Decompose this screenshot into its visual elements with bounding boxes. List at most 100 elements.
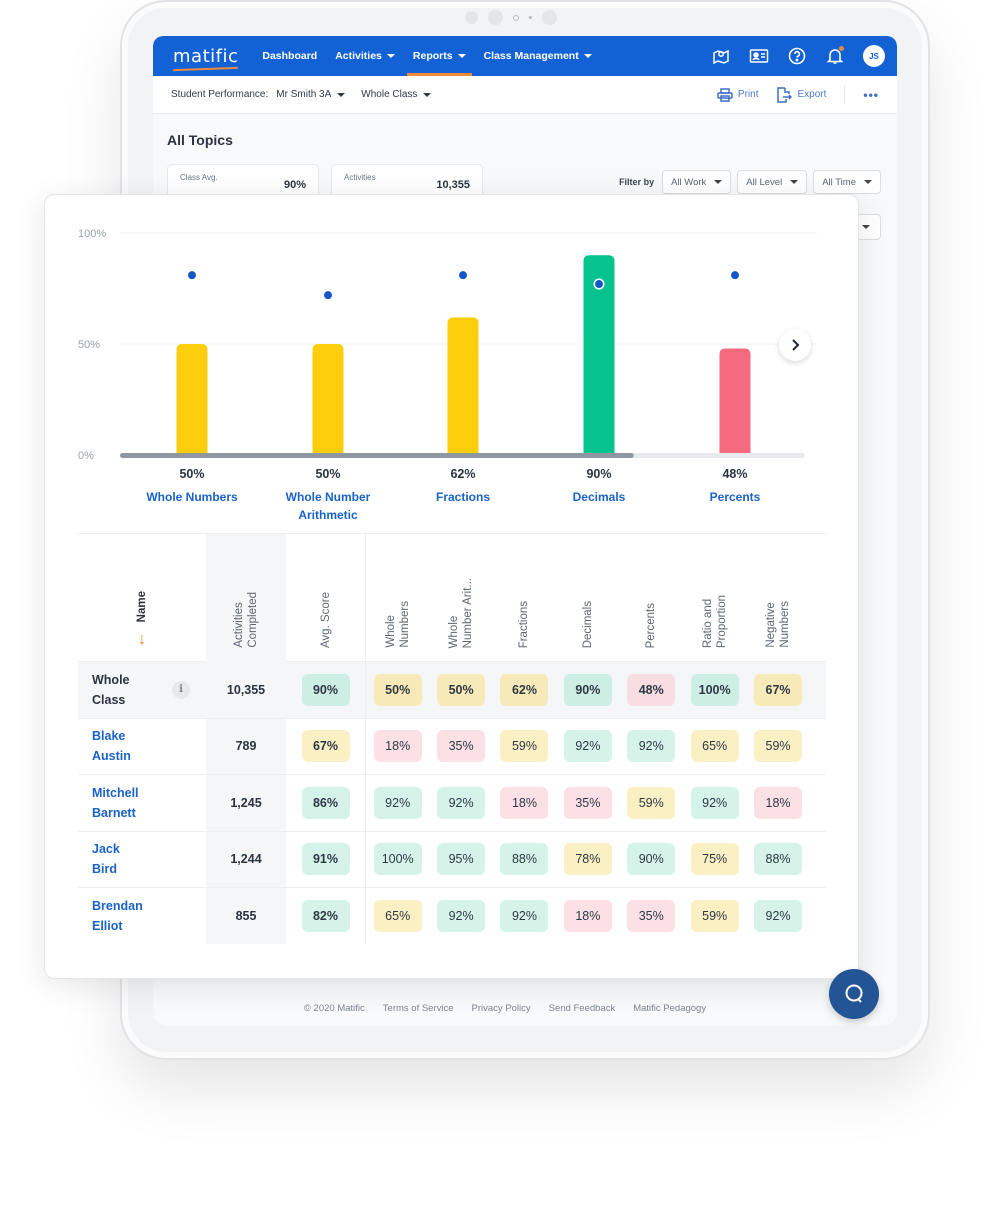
score-pill: 92% [500,899,549,932]
header-label: Fractions [518,600,531,648]
activities-cell: 855 [206,888,286,944]
topic-score-cell: 18% [556,888,619,944]
header-topic[interactable]: Ratio and Proportion [683,534,746,662]
avg-score-cell: 90% [286,662,366,718]
nav-class-management[interactable]: Class Management [484,36,592,76]
table-row: Blake Austin 789 67% 18% 35% 59% 92% 92% 65% 59% [78,717,826,775]
filter-value: All Work [671,176,707,188]
topic-score-cell: 100% [683,662,746,718]
footer-link-privacy[interactable]: Privacy Policy [472,1003,531,1014]
export-label: Export [797,89,827,100]
benchmark-point [459,271,467,280]
topic-score-cell: 90% [556,662,619,718]
filter-time-select[interactable]: All Time [813,170,881,194]
chart-next-button[interactable] [779,329,811,361]
header-topic[interactable]: Whole Numbers [366,534,429,662]
header-topic[interactable]: Decimals [556,534,619,662]
filter-level-select[interactable]: All Level [737,170,808,194]
header-activities-completed[interactable]: Activities Completed [206,534,286,662]
footer-link-pedagogy[interactable]: Matific Pedagogy [633,1003,706,1014]
stat-value: 10,355 [436,179,470,191]
topic-link[interactable]: Decimals [529,488,669,506]
more-options-icon[interactable]: ••• [863,88,879,102]
map-icon[interactable] [711,46,731,66]
topic-score-cell: 92% [429,775,492,831]
group-select-value: Whole Class [361,89,418,100]
class-select-value: Mr Smith 3A [276,89,332,100]
whole-class-label: Whole Class [92,672,130,707]
topic-score-cell: 65% [683,719,746,775]
bar [719,348,751,455]
export-button[interactable]: Export [776,86,827,103]
print-button[interactable]: Print [717,87,759,102]
student-name-link[interactable]: Mitchell Barnett [92,783,139,823]
topic-score-cell: 62% [493,662,556,718]
score-pill: 50% [373,673,422,706]
matific-logo[interactable]: matific [173,46,238,67]
topic-link[interactable]: Whole Number Arithmetic [258,488,398,524]
activities-cell: 10,355 [226,682,266,697]
topic-link[interactable]: Whole Numbers [122,488,262,506]
header-topic[interactable]: Whole Number Arit... [429,534,492,662]
student-name-link[interactable]: Blake Austin [92,726,131,766]
table-header: Name ↓ Activities Completed Avg. Score Whole… [78,533,826,662]
topic-score-cell: 67% [746,662,809,718]
topic-link[interactable]: Fractions [393,488,533,506]
score-pill: 35% [437,730,486,763]
info-icon[interactable]: i [172,680,190,699]
score-pill: 82% [301,899,350,932]
group-select[interactable]: Whole Class [361,89,432,100]
table-row: Mitchell Barnett 1,245 86% 92% 92% 18% 35% 59% 9… [78,774,826,831]
nav-right-icons: JS [711,45,885,67]
user-avatar[interactable]: JS [863,45,885,67]
topic-score-cell: 92% [429,888,492,944]
header-name[interactable]: Name ↓ [78,534,206,662]
topic-score-cell: 59% [683,888,746,944]
sort-arrow-down-icon[interactable]: ↓ [138,632,146,648]
nav-activities[interactable]: Activities [335,36,395,76]
activities-cell: 1,244 [206,831,286,887]
header-label: Whole Number Arit... [448,577,475,648]
score-pill: 62% [500,673,549,706]
header-topic[interactable]: Negative Numbers [746,534,809,662]
header-label: Activities Completed [233,592,259,648]
score-pill: 59% [500,730,549,763]
chevron-right-icon [792,339,800,351]
chart-category: 90% Decimals [529,467,669,506]
benchmark-point [595,280,603,289]
caret-down-icon [337,92,346,97]
student-name-link[interactable]: Brendan Elliot [92,896,143,936]
score-pill: 90% [627,843,676,876]
nav-reports[interactable]: Reports [406,36,472,76]
topic-score-cell: 92% [366,775,429,831]
student-name-link[interactable]: Jack Bird [92,839,120,879]
score-pill: 92% [627,730,676,763]
topic-score-cell: 92% [683,775,746,831]
help-icon[interactable] [787,46,807,66]
header-topic[interactable]: Percents [620,534,683,662]
topic-link[interactable]: Percents [665,488,805,506]
caret-down-icon [862,225,870,229]
class-select[interactable]: Mr Smith 3A [276,89,346,100]
footer-link-terms[interactable]: Terms of Service [383,1003,454,1014]
score-pill: 90% [301,673,350,706]
avg-score-cell: 91% [286,831,366,887]
score-pill: 18% [500,786,549,819]
topic-performance-card: 0% 50% 100% 50% Whole Numbers 50% Whole Numbe… [44,194,859,979]
bell-icon[interactable] [825,46,845,66]
filter-work-select[interactable]: All Work [662,170,732,194]
score-pill: 18% [563,899,612,932]
score-pill: 86% [301,786,350,819]
id-card-icon[interactable] [749,46,769,66]
chat-button[interactable] [829,969,879,1019]
footer-link-feedback[interactable]: Send Feedback [549,1003,616,1014]
chart-category: 50% Whole Numbers [122,467,262,506]
header-avg-score[interactable]: Avg. Score [286,534,366,662]
print-label: Print [737,89,759,100]
header-topic[interactable]: Fractions [493,534,556,662]
nav-dashboard[interactable]: Dashboard [262,36,317,76]
sensor-dot [542,10,557,25]
score-pill: 67% [301,730,350,763]
footer-copyright: © 2020 Matific [303,1002,365,1014]
score-pill: 50% [437,673,486,706]
